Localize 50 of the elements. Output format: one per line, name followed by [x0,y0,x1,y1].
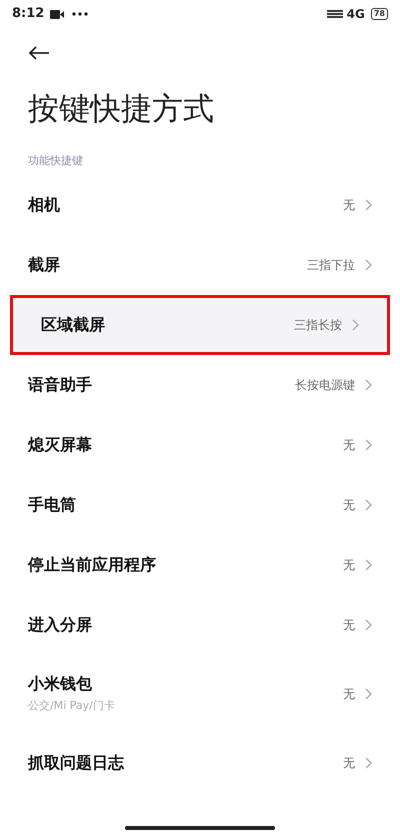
shortcut-row[interactable]: 抓取问题日志 无 [0,732,400,792]
chevron-right-icon [365,258,372,270]
row-value: 无 [343,686,355,702]
battery-icon: 78 [370,8,388,20]
shortcut-row[interactable]: 手电筒 无 [0,474,400,534]
row-value: 无 [343,556,355,574]
row-label: 停止当前应用程序 [28,554,157,576]
section-header: 功能快捷键 [28,154,83,166]
row-value: 无 [343,196,355,214]
chevron-right-icon [352,318,359,330]
network-label: 4G [346,6,365,23]
shortcut-row[interactable]: 熄灭屏幕 无 [0,414,400,474]
chevron-right-icon [365,438,372,450]
shortcut-row[interactable]: 进入分屏 无 [0,594,400,654]
chevron-right-icon [365,618,372,630]
row-label: 手电筒 [28,494,77,516]
shortcut-row[interactable]: 相机 无 [0,174,400,234]
chevron-right-icon [365,756,372,768]
row-subtitle: 公交/Mi Pay/门卡 [28,698,116,714]
row-value: 长按电源键 [295,376,355,394]
chevron-right-icon [365,688,372,700]
row-label: 相机 [28,194,61,216]
back-arrow-icon[interactable] [28,46,50,60]
status-time: 8:12 [12,5,44,24]
shortcut-row[interactable]: 小米钱包 公交/Mi Pay/门卡 无 [0,654,400,732]
video-camera-icon [50,10,64,18]
shortcut-row[interactable]: 停止当前应用程序 无 [0,534,400,594]
chevron-right-icon [365,378,372,390]
shortcut-row[interactable]: 语音助手 长按电源键 [0,354,400,414]
shortcut-row[interactable]: 区域截屏 三指长按 [10,294,390,354]
row-value: 无 [343,436,355,454]
page-title: 按键快捷方式 [28,91,214,127]
row-label: 熄灭屏幕 [28,434,93,456]
row-value: 无 [343,616,355,634]
row-value: 无 [343,754,355,772]
row-label: 区域截屏 [41,314,106,336]
row-value: 三指下拉 [307,256,355,274]
row-label: 进入分屏 [28,614,93,636]
row-label: 抓取问题日志 [28,752,126,774]
chevron-right-icon [365,498,372,510]
chevron-right-icon [365,198,372,210]
row-label: 语音助手 [28,374,93,396]
more-icon [72,12,88,16]
row-label: 截屏 [28,254,61,276]
row-value: 三指长按 [294,316,342,334]
shortcut-row[interactable]: 截屏 三指下拉 [0,234,400,294]
row-label: 小米钱包 [28,673,93,696]
signal-icon [326,9,343,19]
chevron-right-icon [365,558,372,570]
row-value: 无 [343,496,355,514]
